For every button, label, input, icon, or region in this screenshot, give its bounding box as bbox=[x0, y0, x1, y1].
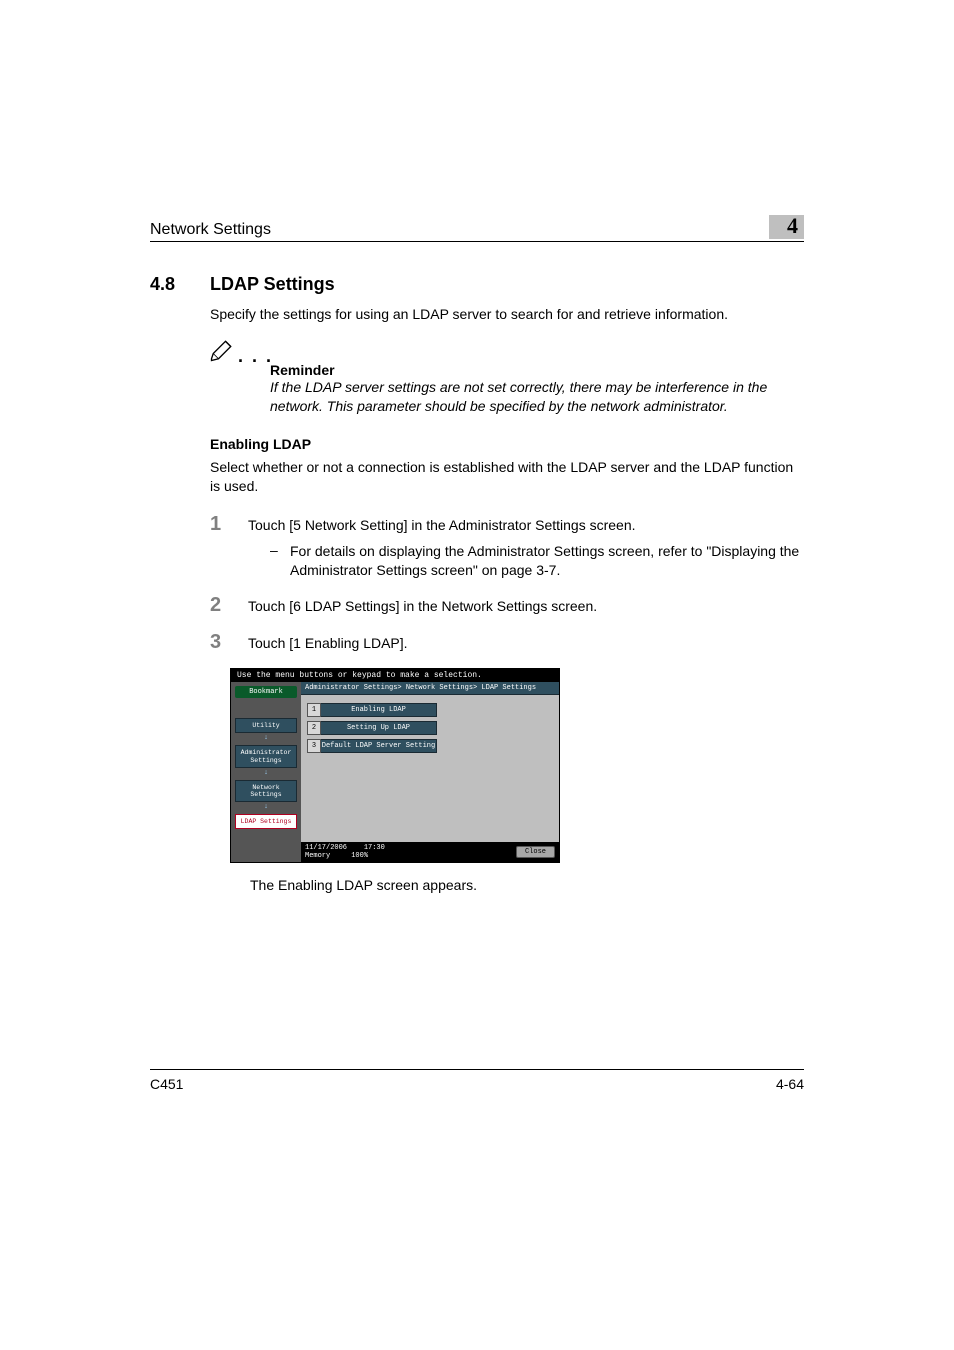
close-button[interactable]: Close bbox=[516, 846, 555, 858]
arrow-down-icon: ↓ bbox=[264, 769, 268, 777]
note-dots: . . . bbox=[238, 346, 273, 367]
step-number: 2 bbox=[210, 594, 248, 617]
ui-memory-value: 100% bbox=[351, 852, 368, 860]
dash-icon: – bbox=[270, 542, 290, 580]
note-heading: Reminder bbox=[270, 342, 804, 378]
ui-footer: 11/17/2006 17:30 Memory 100% Close bbox=[301, 842, 559, 862]
menu-item-label: Default LDAP Server Setting bbox=[321, 739, 437, 753]
header-title: Network Settings bbox=[150, 221, 271, 239]
nav-network-settings[interactable]: Network Settings bbox=[235, 780, 297, 802]
subheading: Enabling LDAP bbox=[210, 436, 804, 452]
step-3: 3 Touch [1 Enabling LDAP]. bbox=[210, 631, 804, 654]
nav-utility[interactable]: Utility bbox=[235, 718, 297, 733]
ui-time: 17:30 bbox=[364, 844, 385, 852]
ui-memory-label: Memory bbox=[305, 852, 330, 860]
ui-instruction-bar: Use the menu buttons or keypad to make a… bbox=[231, 669, 559, 682]
step-text: Touch [1 Enabling LDAP]. bbox=[248, 634, 804, 653]
step-number: 1 bbox=[210, 513, 248, 536]
ldap-settings-screenshot: Use the menu buttons or keypad to make a… bbox=[230, 668, 560, 863]
pencil-icon bbox=[208, 336, 236, 364]
arrow-down-icon: ↓ bbox=[264, 803, 268, 811]
chapter-badge: 4 bbox=[769, 215, 804, 239]
section-heading: 4.8 LDAP Settings bbox=[150, 274, 804, 295]
note-body: If the LDAP server settings are not set … bbox=[270, 378, 804, 416]
step-number: 3 bbox=[210, 631, 248, 654]
nav-admin-settings[interactable]: Administrator Settings bbox=[235, 745, 297, 767]
nav-ldap-settings-current: LDAP Settings bbox=[235, 814, 297, 829]
post-step-note: The Enabling LDAP screen appears. bbox=[250, 877, 804, 893]
footer-page: 4-64 bbox=[776, 1076, 804, 1092]
step-2: 2 Touch [6 LDAP Settings] in the Network… bbox=[210, 594, 804, 617]
arrow-down-icon: ↓ bbox=[264, 734, 268, 742]
ui-sidebar: Bookmark Utility ↓ Administrator Setting… bbox=[231, 682, 301, 862]
step-1-substep: – For details on displaying the Administ… bbox=[270, 542, 804, 580]
section-number: 4.8 bbox=[150, 274, 188, 295]
bookmark-button[interactable]: Bookmark bbox=[235, 686, 297, 698]
section-title: LDAP Settings bbox=[210, 274, 335, 295]
reminder-note: . . . Reminder If the LDAP server settin… bbox=[210, 342, 804, 416]
menu-item-label: Setting Up LDAP bbox=[321, 721, 437, 735]
menu-item-number: 3 bbox=[307, 739, 321, 753]
page-header: Network Settings 4 bbox=[150, 215, 804, 242]
sub-intro: Select whether or not a connection is es… bbox=[210, 458, 804, 496]
ui-breadcrumb: Administrator Settings> Network Settings… bbox=[301, 682, 559, 695]
menu-item-3[interactable]: 3 Default LDAP Server Setting bbox=[307, 739, 437, 753]
step-text: Touch [5 Network Setting] in the Adminis… bbox=[248, 516, 804, 535]
ui-date: 11/17/2006 bbox=[305, 844, 347, 852]
page-footer: C451 4-64 bbox=[150, 1069, 804, 1092]
menu-item-1[interactable]: 1 Enabling LDAP bbox=[307, 703, 437, 717]
menu-item-number: 2 bbox=[307, 721, 321, 735]
menu-item-label: Enabling LDAP bbox=[321, 703, 437, 717]
menu-item-number: 1 bbox=[307, 703, 321, 717]
menu-item-2[interactable]: 2 Setting Up LDAP bbox=[307, 721, 437, 735]
intro-paragraph: Specify the settings for using an LDAP s… bbox=[210, 305, 804, 324]
step-text: Touch [6 LDAP Settings] in the Network S… bbox=[248, 597, 804, 616]
substep-text: For details on displaying the Administra… bbox=[290, 542, 804, 580]
step-1: 1 Touch [5 Network Setting] in the Admin… bbox=[210, 513, 804, 536]
footer-model: C451 bbox=[150, 1076, 183, 1092]
